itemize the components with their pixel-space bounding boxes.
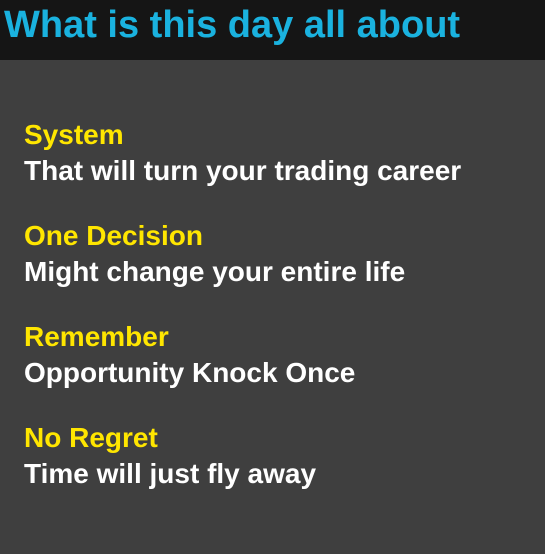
section-heading: No Regret [24, 422, 158, 453]
section-text: Time will just fly away [24, 458, 317, 489]
title-bar: What is this day all about [0, 0, 545, 60]
content-list: System That will turn your trading caree… [24, 118, 539, 522]
section-text: Opportunity Knock Once [24, 357, 356, 388]
section-heading: Remember [24, 321, 169, 352]
section-system: System That will turn your trading caree… [24, 118, 539, 190]
section-one-decision: One Decision Might change your entire li… [24, 219, 539, 291]
section-no-regret: No Regret Time will just fly away [24, 421, 539, 493]
section-heading: System [24, 119, 124, 150]
page-title: What is this day all about [4, 4, 461, 46]
section-text: That will turn your trading career [24, 155, 462, 186]
section-heading: One Decision [24, 220, 203, 251]
section-text: Might change your entire life [24, 256, 406, 287]
section-remember: Remember Opportunity Knock Once [24, 320, 539, 392]
